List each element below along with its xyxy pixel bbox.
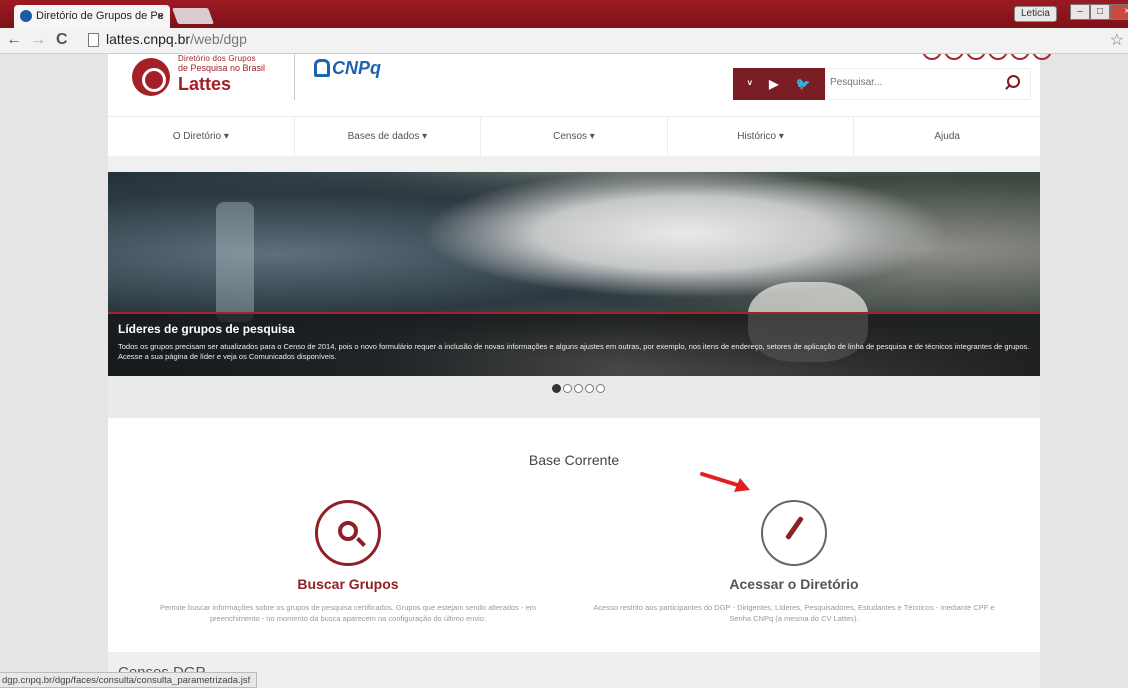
close-window-button[interactable]: ×: [1110, 4, 1128, 20]
back-button[interactable]: ←: [6, 32, 22, 48]
buscar-grupos-desc: Permite buscar informações sobre os grup…: [159, 603, 537, 623]
new-tab-button[interactable]: [172, 8, 214, 24]
carousel-dots: [552, 384, 605, 393]
tab-title: Diretório de Grupos de Pe: [36, 10, 164, 22]
user-badge[interactable]: Leticia: [1014, 6, 1057, 22]
banner-text: Todos os grupos precisam ser atualizados…: [118, 342, 1030, 361]
nav-censos[interactable]: Censos ▾: [481, 117, 668, 156]
logo-line2: de Pesquisa no Brasil: [178, 63, 266, 73]
circle-ornament: [966, 54, 986, 60]
search-icon[interactable]: [1007, 75, 1020, 88]
circle-ornament: [988, 54, 1008, 60]
logo-line1: Diretório dos Grupos: [178, 54, 256, 63]
carousel-dot[interactable]: [585, 384, 594, 393]
carousel-dot[interactable]: [552, 384, 561, 393]
browser-toolbar: ← → C lattes.cnpq.br/web/dgp ☆: [0, 28, 1128, 54]
cnpq-label: CNPq: [332, 58, 381, 78]
buscar-circle[interactable]: [315, 500, 381, 566]
status-bar: dgp.cnpq.br/dgp/faces/consulta/consulta_…: [0, 672, 258, 688]
buscar-grupos-card[interactable]: Buscar Grupos Permite buscar informações…: [128, 500, 568, 624]
red-arrow-icon: [700, 472, 750, 492]
circle-ornament: [922, 54, 942, 60]
circle-ornament: [1032, 54, 1052, 60]
search-box: [825, 68, 1031, 100]
carousel-dot[interactable]: [563, 384, 572, 393]
tab-close-icon[interactable]: ×: [157, 9, 164, 23]
maximize-button[interactable]: □: [1090, 4, 1110, 20]
nav-ajuda[interactable]: Ajuda: [854, 117, 1040, 156]
acessar-diretorio-card[interactable]: Acessar o Diretório Acesso restrito aos …: [574, 500, 1014, 624]
url-host: lattes.cnpq.br: [106, 31, 191, 47]
reload-button[interactable]: C: [56, 32, 68, 48]
circle-ornament: [944, 54, 964, 60]
acessar-circle[interactable]: [761, 500, 827, 566]
bookmark-star-icon[interactable]: ☆: [1110, 30, 1124, 50]
twitter-icon[interactable]: 🐦: [795, 77, 810, 91]
address-bar[interactable]: lattes.cnpq.br/web/dgp: [84, 31, 1104, 51]
acessar-diretorio-title[interactable]: Acessar o Diretório: [574, 576, 1014, 592]
banner-image-element: [216, 202, 254, 322]
cnpq-emblem-icon: [314, 59, 330, 77]
url-path: /web/dgp: [190, 31, 247, 47]
youtube-icon[interactable]: ▶: [769, 77, 778, 91]
nav-o-diretorio[interactable]: O Diretório ▾: [108, 117, 295, 156]
banner-caption: Líderes de grupos de pesquisa Todos os g…: [108, 312, 1040, 376]
section-title: Base Corrente: [528, 452, 620, 468]
favicon-icon: [20, 10, 32, 22]
spacer: [108, 156, 1040, 172]
hero-banner[interactable]: Líderes de grupos de pesquisa Todos os g…: [108, 172, 1040, 376]
browser-titlebar: Diretório de Grupos de Pe × Leticia – □ …: [0, 0, 1128, 28]
lattes-logo[interactable]: Diretório dos Grupos de Pesquisa no Bras…: [128, 54, 288, 98]
carousel-band: [108, 376, 1040, 418]
social-links: ᵛ ▶ 🐦: [733, 68, 825, 100]
page-content: Diretório dos Grupos de Pesquisa no Bras…: [0, 54, 1128, 688]
search-input[interactable]: [830, 77, 1000, 88]
banner-title: Líderes de grupos de pesquisa: [118, 322, 295, 336]
nav-historico[interactable]: Histórico ▾: [668, 117, 855, 156]
carousel-dot[interactable]: [574, 384, 583, 393]
pen-icon: [784, 515, 805, 541]
lattes-emblem-icon: [132, 58, 170, 96]
logo-line3: Lattes: [178, 74, 232, 94]
minimize-button[interactable]: –: [1070, 4, 1090, 20]
main-nav: O Diretório ▾ Bases de dados ▾ Censos ▾ …: [108, 116, 1040, 156]
browser-tab[interactable]: Diretório de Grupos de Pe ×: [14, 5, 170, 28]
rss-icon[interactable]: ᵛ: [748, 77, 752, 91]
search-icon: [338, 521, 358, 541]
forward-button[interactable]: →: [30, 32, 46, 48]
decorative-circles: [922, 54, 1052, 60]
header-divider: [294, 54, 295, 100]
cnpq-logo[interactable]: CNPq: [314, 58, 381, 79]
page-icon: [88, 33, 99, 47]
window-controls: – □ ×: [1070, 4, 1128, 20]
carousel-dot[interactable]: [596, 384, 605, 393]
site-header: Diretório dos Grupos de Pesquisa no Bras…: [108, 54, 1052, 116]
nav-bases-de-dados[interactable]: Bases de dados ▾: [295, 117, 482, 156]
circle-ornament: [1010, 54, 1030, 60]
acessar-diretorio-desc: Acesso restrito aos participantes do DGP…: [593, 603, 995, 623]
base-corrente-section: Base Corrente Buscar Grupos Permite busc…: [108, 418, 1040, 652]
buscar-grupos-title[interactable]: Buscar Grupos: [128, 576, 568, 592]
